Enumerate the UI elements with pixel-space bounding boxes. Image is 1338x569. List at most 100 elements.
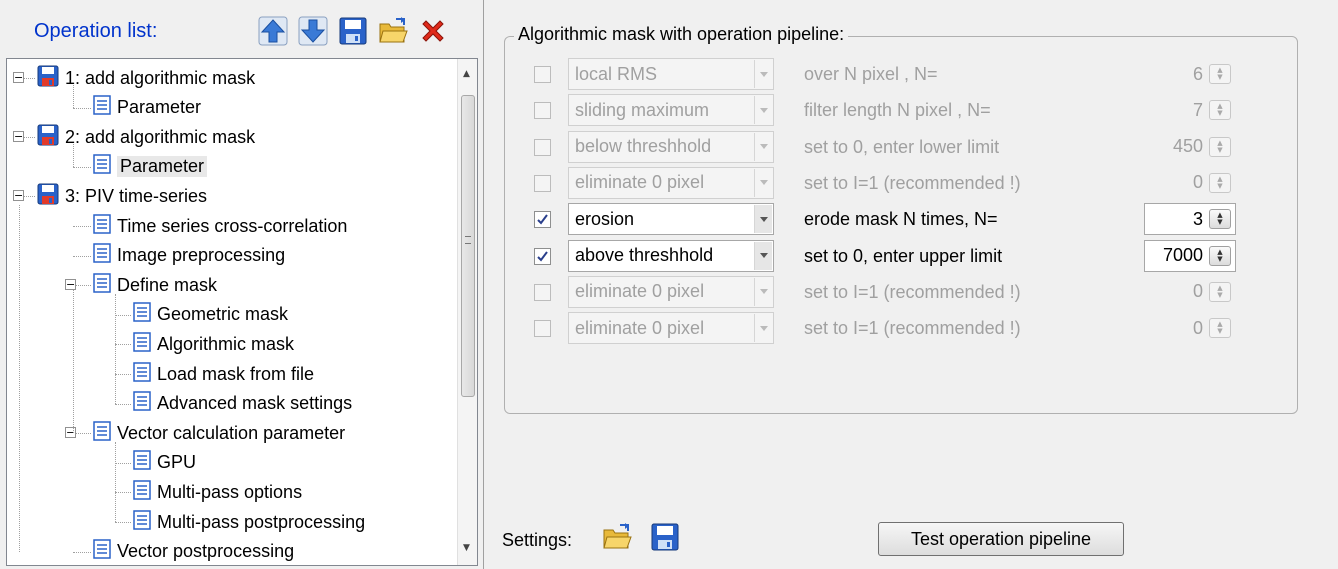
save-settings-button[interactable] bbox=[648, 520, 682, 554]
operation-checkbox[interactable] bbox=[534, 66, 551, 83]
operation-select-value: above threshhold bbox=[575, 245, 714, 265]
spinner-arrows-icon[interactable]: ▲ ▼ bbox=[1209, 318, 1231, 339]
operation-description: set to I=1 (recommended !) bbox=[804, 172, 1021, 193]
tree-node[interactable]: Define mask bbox=[93, 270, 217, 300]
tree-connector bbox=[115, 403, 131, 405]
tree-node-label: Parameter bbox=[117, 97, 202, 118]
value-spinner[interactable]: 6 ▲ ▼ bbox=[1144, 58, 1236, 90]
load-settings-button[interactable] bbox=[600, 520, 634, 554]
pipeline-row: sliding maximum filter length N pixel , N… bbox=[484, 94, 1338, 128]
chevron-down-icon bbox=[754, 132, 772, 161]
tree-scrollbar[interactable]: ▲ ▼ bbox=[457, 59, 477, 565]
test-pipeline-button[interactable]: Test operation pipeline bbox=[878, 522, 1124, 556]
delete-button[interactable] bbox=[416, 14, 450, 48]
tree-node[interactable]: GPU bbox=[133, 448, 196, 478]
tree-guide-line bbox=[73, 290, 74, 434]
operation-list-panel: Operation list: 1: add algorithmic mask … bbox=[0, 0, 484, 569]
operation-select-value: eliminate 0 pixel bbox=[575, 281, 705, 302]
scroll-up-icon[interactable]: ▲ bbox=[463, 69, 470, 79]
value-spinner[interactable]: 450 ▲ ▼ bbox=[1144, 130, 1236, 163]
document-icon bbox=[93, 420, 111, 446]
operation-checkbox[interactable] bbox=[534, 138, 551, 156]
operation-select[interactable]: local RMS bbox=[568, 58, 774, 90]
operation-checkbox[interactable] bbox=[534, 211, 551, 229]
spinner-value: 450 bbox=[1172, 136, 1203, 157]
operation-checkbox[interactable] bbox=[534, 320, 551, 338]
collapse-icon[interactable]: − bbox=[65, 427, 76, 439]
spinner-arrows-icon[interactable]: ▲ ▼ bbox=[1209, 209, 1231, 230]
operation-description: set to 0, enter upper limit bbox=[804, 245, 1003, 266]
value-spinner[interactable]: 0 ▲ ▼ bbox=[1144, 166, 1236, 199]
value-spinner[interactable]: 3 ▲ ▼ bbox=[1144, 203, 1236, 236]
spinner-arrows-icon[interactable]: ▲ ▼ bbox=[1209, 136, 1231, 157]
move-down-button[interactable] bbox=[296, 14, 330, 48]
tree-node[interactable]: 1: add algorithmic mask bbox=[37, 63, 255, 93]
tree-node[interactable]: Advanced mask settings bbox=[133, 389, 352, 419]
operation-select[interactable]: below threshhold bbox=[568, 130, 774, 163]
tree-node-label: 2: add algorithmic mask bbox=[65, 126, 256, 147]
operation-checkbox[interactable] bbox=[534, 102, 551, 120]
value-spinner[interactable]: 7000 ▲ ▼ bbox=[1144, 239, 1236, 272]
tree-node[interactable]: Load mask from file bbox=[133, 359, 314, 389]
tree-node[interactable]: Time series cross-correlation bbox=[93, 211, 347, 241]
value-spinner[interactable]: 7 ▲ ▼ bbox=[1144, 94, 1236, 127]
tree-node[interactable]: Parameter bbox=[93, 93, 201, 123]
spinner-arrows-icon[interactable]: ▲ ▼ bbox=[1209, 172, 1231, 193]
document-icon bbox=[133, 509, 151, 535]
tree-node[interactable]: 3: PIV time-series bbox=[37, 181, 207, 211]
pipeline-row: eliminate 0 pixel set to I=1 (recommended… bbox=[484, 312, 1338, 346]
tree-node[interactable]: Image preprocessing bbox=[93, 241, 285, 271]
scroll-thumb[interactable] bbox=[461, 95, 475, 397]
collapse-icon[interactable]: − bbox=[13, 190, 24, 202]
disk-icon bbox=[37, 183, 59, 210]
document-icon bbox=[133, 361, 151, 387]
operation-select[interactable]: above threshhold bbox=[568, 239, 774, 272]
operation-checkbox[interactable] bbox=[534, 174, 551, 192]
tree-node[interactable]: Parameter bbox=[93, 152, 208, 182]
scroll-down-icon[interactable]: ▼ bbox=[463, 543, 470, 553]
operation-select-value: below threshhold bbox=[575, 136, 712, 157]
operation-select[interactable]: sliding maximum bbox=[568, 94, 774, 127]
operation-select[interactable]: eliminate 0 pixel bbox=[568, 312, 774, 345]
document-icon bbox=[93, 213, 111, 239]
tree-node[interactable]: Multi-pass postprocessing bbox=[133, 507, 365, 537]
move-up-button[interactable] bbox=[256, 14, 290, 48]
collapse-icon[interactable]: − bbox=[13, 72, 24, 83]
tree-guide-line bbox=[73, 85, 74, 108]
spinner-arrows-icon[interactable]: ▲ ▼ bbox=[1209, 64, 1231, 84]
operation-select[interactable]: erosion bbox=[568, 203, 774, 236]
save-icon bbox=[339, 17, 367, 45]
chevron-down-icon bbox=[754, 60, 772, 88]
tree-node[interactable]: Algorithmic mask bbox=[133, 329, 294, 359]
spinner-arrows-icon[interactable]: ▲ ▼ bbox=[1209, 100, 1231, 121]
tree-connector bbox=[115, 314, 131, 316]
operation-list-title: Operation list: bbox=[34, 20, 158, 42]
operation-checkbox[interactable] bbox=[534, 283, 551, 301]
tree-node[interactable]: Geometric mask bbox=[133, 300, 288, 330]
value-spinner[interactable]: 0 ▲ ▼ bbox=[1144, 312, 1236, 345]
collapse-icon[interactable]: − bbox=[65, 279, 76, 291]
pipeline-panel: Algorithmic mask with operation pipeline… bbox=[484, 0, 1338, 569]
spinner-value: 7000 bbox=[1162, 245, 1203, 265]
tree-node[interactable]: Vector postprocessing bbox=[93, 537, 294, 565]
open-list-button[interactable] bbox=[376, 14, 410, 48]
document-icon bbox=[93, 539, 111, 564]
spinner-arrows-icon[interactable]: ▲ ▼ bbox=[1209, 281, 1231, 302]
spinner-arrows-icon[interactable]: ▲ ▼ bbox=[1209, 245, 1231, 266]
collapse-icon[interactable]: − bbox=[13, 131, 24, 143]
value-spinner[interactable]: 0 ▲ ▼ bbox=[1144, 275, 1236, 308]
tree-connector bbox=[73, 551, 91, 553]
tree-node[interactable]: Vector calculation parameter bbox=[93, 418, 345, 448]
move-down-icon bbox=[298, 16, 328, 46]
operation-select[interactable]: eliminate 0 pixel bbox=[568, 166, 774, 199]
operation-select[interactable]: eliminate 0 pixel bbox=[568, 275, 774, 308]
operation-tree[interactable]: 1: add algorithmic mask − Parameter 2: add … bbox=[6, 58, 478, 566]
tree-node-label: 3: PIV time-series bbox=[65, 185, 208, 206]
move-up-icon bbox=[258, 16, 288, 46]
operation-checkbox[interactable] bbox=[534, 247, 551, 265]
spinner-value: 0 bbox=[1192, 172, 1203, 193]
tree-node[interactable]: Multi-pass options bbox=[133, 477, 302, 507]
tree-node[interactable]: 2: add algorithmic mask bbox=[37, 122, 255, 152]
tree-connector bbox=[73, 166, 91, 168]
save-list-button[interactable] bbox=[336, 14, 370, 48]
